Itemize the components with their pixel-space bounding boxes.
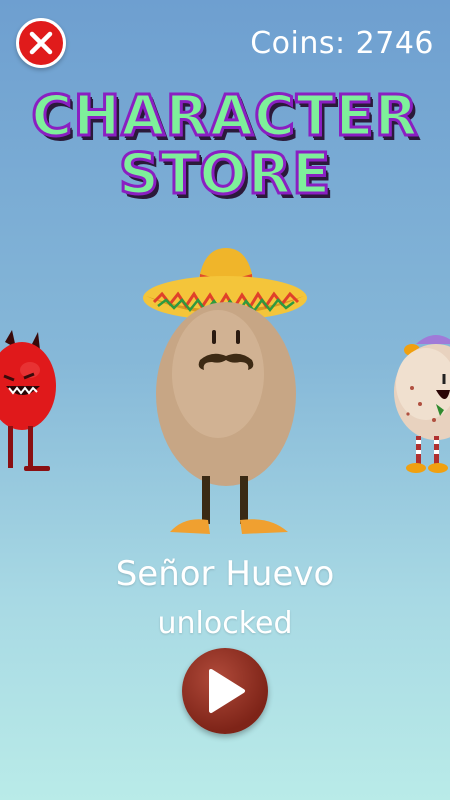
close-x-icon (29, 31, 53, 55)
title-line-2: STORE (117, 142, 332, 207)
store-title: CHARACTER STORE (0, 84, 450, 207)
play-icon (209, 669, 245, 713)
character-status: unlocked (157, 606, 293, 641)
selected-character-senor-huevo[interactable] (140, 244, 310, 544)
close-button[interactable] (16, 18, 66, 68)
coins-counter: Coins: 2746 (250, 26, 434, 61)
red-devil-character[interactable] (0, 330, 60, 480)
play-button[interactable] (182, 648, 268, 734)
clown-character[interactable] (390, 330, 450, 480)
character-name: Señor Huevo (115, 554, 335, 594)
title-line-1: CHARACTER (30, 84, 419, 149)
